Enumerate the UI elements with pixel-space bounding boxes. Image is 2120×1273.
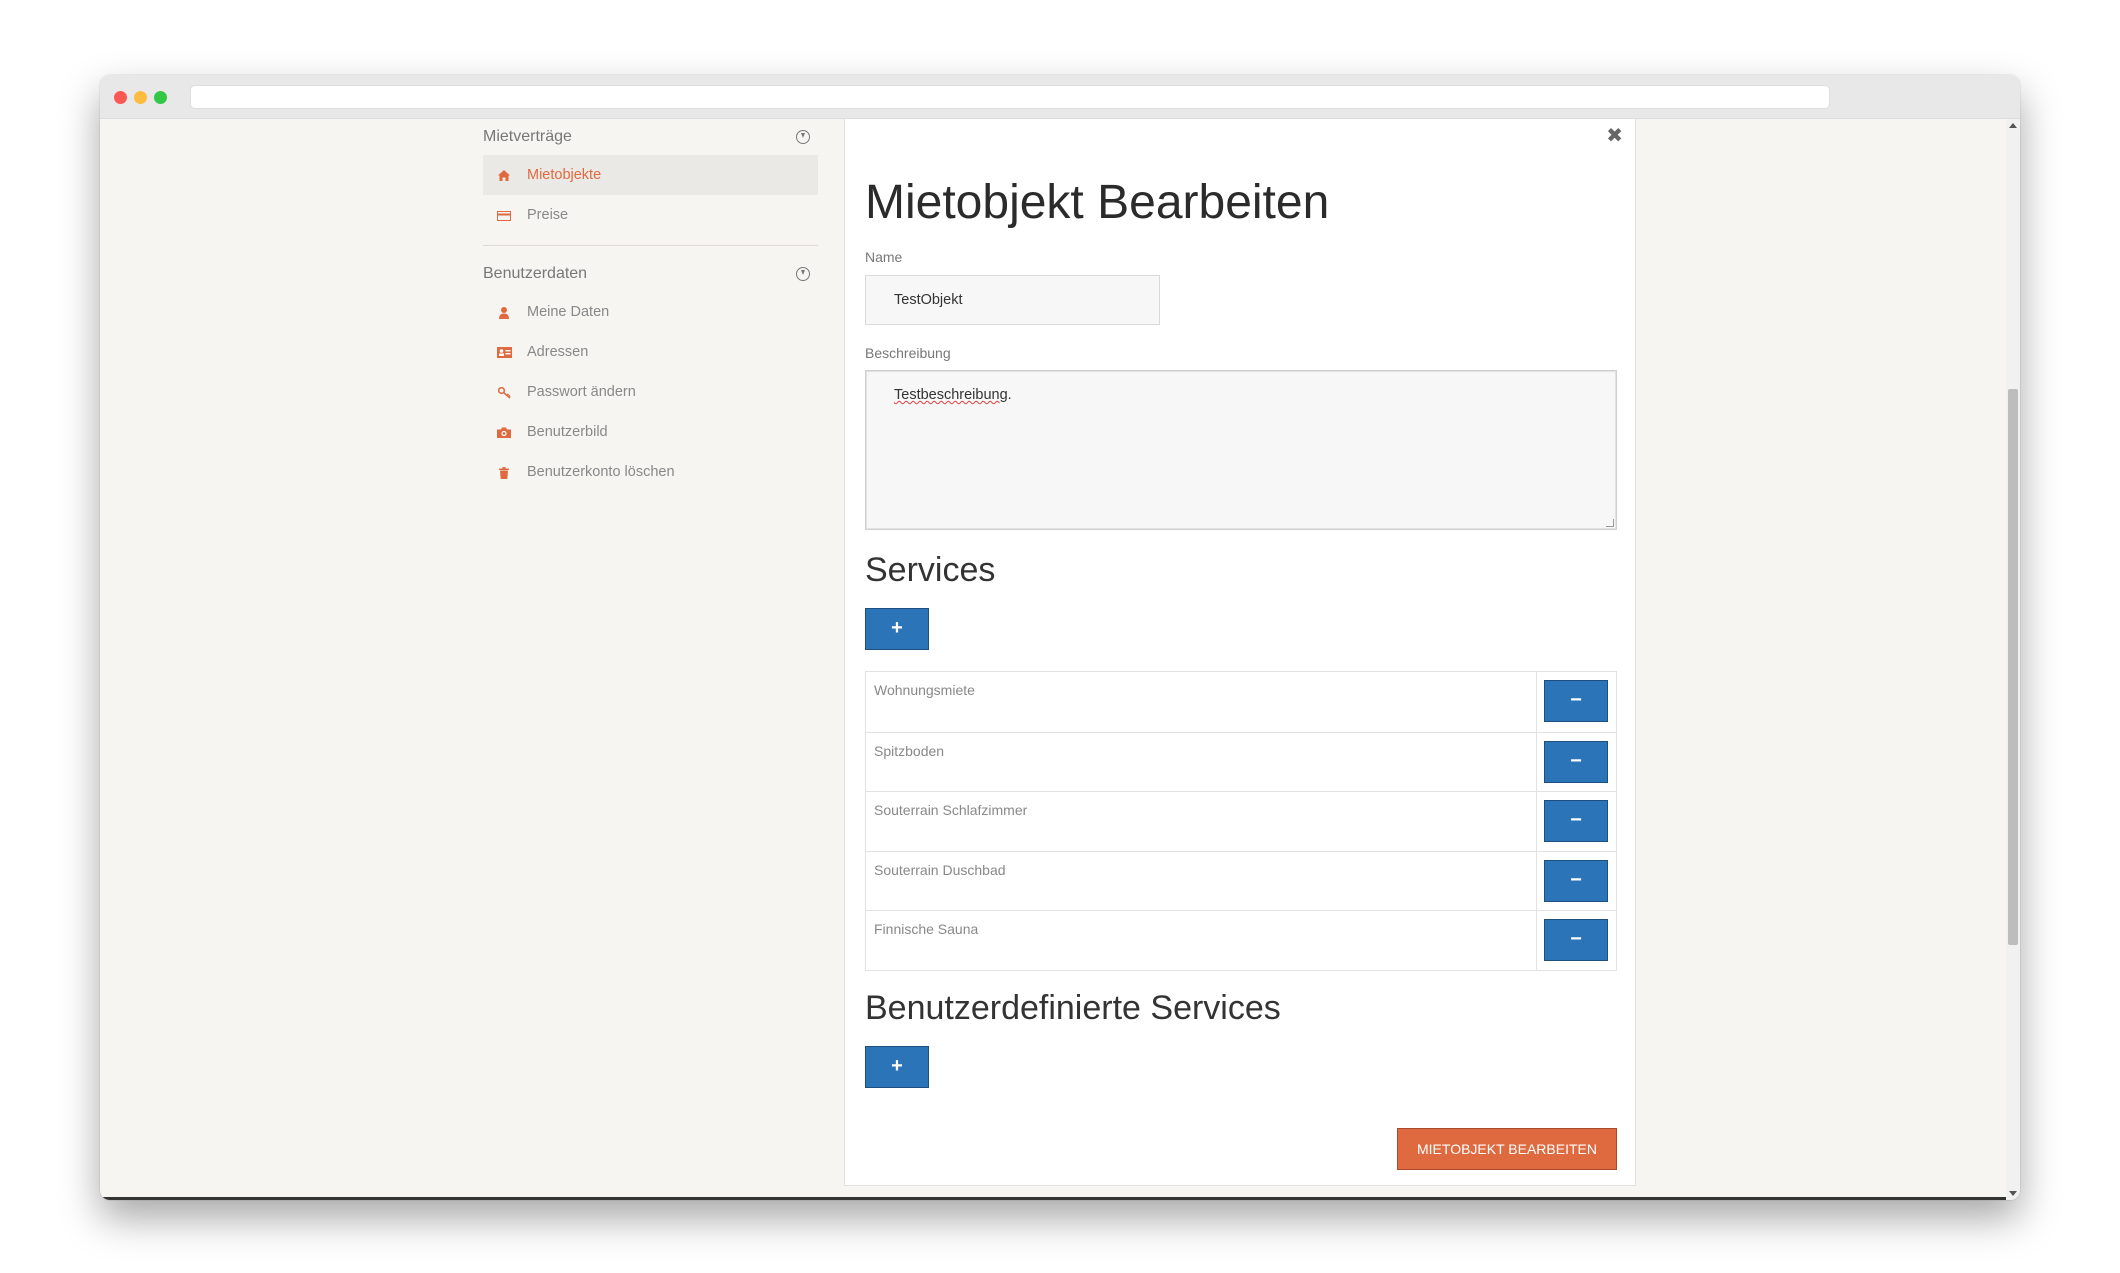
collapse-toggle-icon[interactable] (796, 130, 810, 144)
description-label: Beschreibung (865, 345, 951, 361)
edit-panel: ✖ Mietobjekt Bearbeiten Name TestObjekt … (844, 119, 1636, 1186)
sidebar-item-label: Adressen (527, 344, 589, 360)
remove-service-button[interactable]: − (1544, 800, 1608, 843)
close-icon[interactable]: ✖ (1606, 123, 1623, 148)
sidebar: Mietverträge Mietobjekte Preise Benutzer… (483, 119, 818, 492)
sidebar-item-adressen[interactable]: Adressen (483, 332, 818, 372)
service-name: Spitzboden (874, 742, 945, 759)
vertical-scrollbar[interactable] (2006, 119, 2020, 1200)
sidebar-item-label: Meine Daten (527, 304, 610, 320)
sidebar-section-benutzerdaten[interactable]: Benutzerdaten (483, 256, 818, 292)
home-icon (495, 155, 513, 195)
sidebar-section-title: Benutzerdaten (483, 265, 588, 282)
resize-handle[interactable] (1606, 519, 1614, 527)
browser-window: Mietverträge Mietobjekte Preise Benutzer… (100, 75, 2020, 1200)
page-title: Mietobjekt Bearbeiten (865, 176, 1330, 229)
services-table: Wohnungsmiete − Spitzboden − Souterrain … (865, 671, 1617, 971)
sidebar-item-preise[interactable]: Preise (483, 195, 818, 235)
service-name: Wohnungsmiete (874, 682, 975, 698)
custom-services-heading: Benutzerdefinierte Services (865, 989, 1281, 1027)
remove-service-button[interactable]: − (1544, 859, 1608, 902)
scroll-up-arrow-icon[interactable] (2009, 123, 2017, 128)
add-service-button[interactable]: + (865, 608, 929, 650)
trash-icon (495, 452, 513, 492)
remove-service-button[interactable]: − (1544, 740, 1608, 783)
camera-icon (495, 412, 513, 452)
address-bar[interactable] (190, 85, 1830, 109)
table-row: Souterrain Schlafzimmer − (866, 791, 1616, 851)
table-row: Spitzboden − (866, 731, 1616, 792)
sidebar-section-mietvertraege[interactable]: Mietverträge (483, 119, 818, 155)
scrollbar-thumb[interactable] (2008, 389, 2018, 945)
sidebar-item-meine-daten[interactable]: Meine Daten (483, 292, 818, 332)
close-window-button[interactable] (114, 91, 127, 104)
sidebar-item-label: Benutzerkonto löschen (527, 464, 675, 480)
key-icon (495, 372, 513, 412)
action-cell: − (1536, 851, 1616, 911)
sidebar-item-benutzerbild[interactable]: Benutzerbild (483, 412, 818, 452)
maximize-window-button[interactable] (154, 91, 167, 104)
table-row: Finnische Sauna − (866, 910, 1616, 970)
service-name: Souterrain Schlafzimmer (874, 802, 1028, 819)
service-name: Souterrain Duschbad (874, 861, 1006, 878)
action-cell: − (1536, 792, 1616, 851)
sidebar-item-label: Passwort ändern (527, 384, 636, 400)
remove-service-button[interactable]: − (1544, 919, 1608, 962)
name-field[interactable]: TestObjekt (865, 275, 1160, 325)
sidebar-item-label: Benutzerbild (527, 424, 608, 440)
service-name: Finnische Sauna (874, 921, 979, 938)
description-text: Testbeschreibung (894, 387, 1008, 403)
sidebar-item-mietobjekte[interactable]: Mietobjekte (483, 155, 818, 195)
collapse-toggle-icon[interactable] (796, 267, 810, 281)
sidebar-item-passwort[interactable]: Passwort ändern (483, 372, 818, 412)
action-cell: − (1536, 911, 1616, 970)
address-card-icon (495, 332, 513, 372)
services-heading: Services (865, 551, 996, 589)
sidebar-item-konto-loeschen[interactable]: Benutzerkonto löschen (483, 452, 818, 492)
action-cell: − (1536, 732, 1616, 792)
remove-service-button[interactable]: − (1544, 680, 1608, 722)
window-titlebar (100, 75, 2020, 119)
table-row: Wohnungsmiete − (866, 672, 1616, 732)
sidebar-divider (483, 245, 818, 246)
name-label: Name (865, 249, 903, 265)
submit-button[interactable]: MIETOBJEKT BEARBEITEN (1397, 1128, 1617, 1170)
add-custom-service-button[interactable]: + (865, 1046, 929, 1088)
minimize-window-button[interactable] (134, 91, 147, 104)
scroll-down-arrow-icon[interactable] (2009, 1191, 2017, 1196)
action-cell: − (1536, 672, 1616, 732)
description-punctuation: . (1007, 387, 1012, 403)
sidebar-section-title: Mietverträge (483, 128, 572, 145)
credit-card-icon (495, 195, 513, 235)
sidebar-item-label: Mietobjekte (527, 167, 602, 183)
user-icon (495, 292, 513, 332)
sidebar-item-label: Preise (527, 207, 569, 223)
table-row: Souterrain Duschbad − (866, 850, 1616, 911)
bottom-edge (100, 1197, 2006, 1200)
description-field[interactable]: Testbeschreibung. (865, 370, 1617, 530)
